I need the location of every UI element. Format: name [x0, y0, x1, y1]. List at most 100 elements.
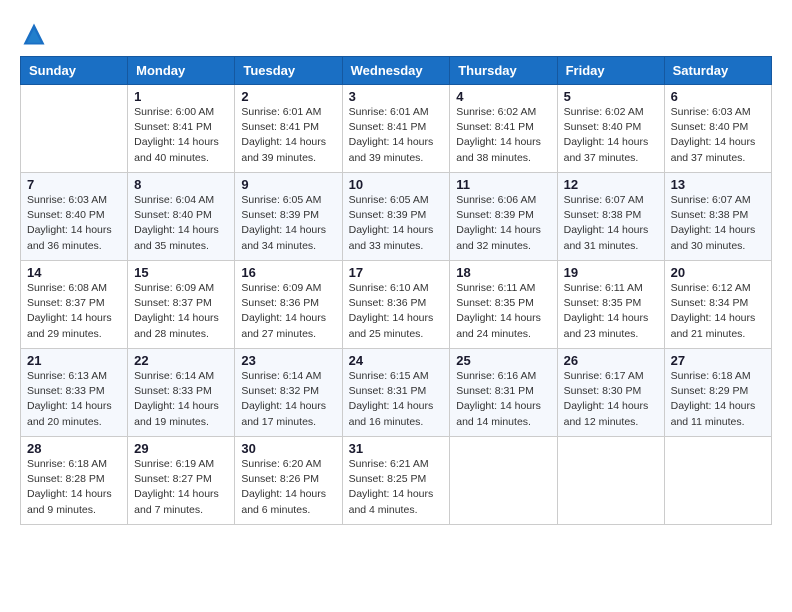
sunset-text: Sunset: 8:28 PM	[27, 473, 105, 485]
sunset-text: Sunset: 8:36 PM	[241, 297, 319, 309]
daylight-text: Daylight: 14 hours and 31 minutes.	[564, 224, 649, 251]
sunrise-text: Sunrise: 6:02 AM	[564, 106, 644, 118]
daylight-text: Daylight: 14 hours and 11 minutes.	[671, 400, 756, 427]
sunset-text: Sunset: 8:33 PM	[27, 385, 105, 397]
sunrise-text: Sunrise: 6:07 AM	[671, 194, 751, 206]
daylight-text: Daylight: 14 hours and 39 minutes.	[241, 136, 326, 163]
cell-content: Sunrise: 6:20 AMSunset: 8:26 PMDaylight:…	[241, 457, 335, 518]
sunset-text: Sunset: 8:41 PM	[241, 121, 319, 133]
calendar-cell: 31Sunrise: 6:21 AMSunset: 8:25 PMDayligh…	[342, 437, 450, 525]
sunset-text: Sunset: 8:27 PM	[134, 473, 212, 485]
calendar-cell	[21, 85, 128, 173]
day-number: 21	[27, 353, 121, 368]
sunset-text: Sunset: 8:39 PM	[349, 209, 427, 221]
sunset-text: Sunset: 8:40 PM	[564, 121, 642, 133]
cell-content: Sunrise: 6:00 AMSunset: 8:41 PMDaylight:…	[134, 105, 228, 166]
cell-content: Sunrise: 6:05 AMSunset: 8:39 PMDaylight:…	[241, 193, 335, 254]
calendar-cell: 25Sunrise: 6:16 AMSunset: 8:31 PMDayligh…	[450, 349, 557, 437]
calendar-header-saturday: Saturday	[664, 57, 771, 85]
cell-content: Sunrise: 6:14 AMSunset: 8:32 PMDaylight:…	[241, 369, 335, 430]
page-container: SundayMondayTuesdayWednesdayThursdayFrid…	[0, 0, 792, 535]
day-number: 11	[456, 177, 550, 192]
sunrise-text: Sunrise: 6:06 AM	[456, 194, 536, 206]
calendar-header-monday: Monday	[128, 57, 235, 85]
sunset-text: Sunset: 8:40 PM	[27, 209, 105, 221]
calendar-week-0: 1Sunrise: 6:00 AMSunset: 8:41 PMDaylight…	[21, 85, 772, 173]
cell-content: Sunrise: 6:12 AMSunset: 8:34 PMDaylight:…	[671, 281, 765, 342]
calendar-cell: 26Sunrise: 6:17 AMSunset: 8:30 PMDayligh…	[557, 349, 664, 437]
day-number: 25	[456, 353, 550, 368]
daylight-text: Daylight: 14 hours and 24 minutes.	[456, 312, 541, 339]
cell-content: Sunrise: 6:09 AM Sunset: 8:36 PM Daylight:…	[241, 281, 335, 342]
sunrise-text: Sunrise: 6:08 AM	[27, 282, 107, 294]
calendar-cell: 24Sunrise: 6:15 AMSunset: 8:31 PMDayligh…	[342, 349, 450, 437]
cell-content: Sunrise: 6:07 AMSunset: 8:38 PMDaylight:…	[671, 193, 765, 254]
calendar-cell: 20Sunrise: 6:12 AMSunset: 8:34 PMDayligh…	[664, 261, 771, 349]
day-number: 5	[564, 89, 658, 104]
daylight-text: Daylight: 14 hours and 35 minutes.	[134, 224, 219, 251]
sunset-text: Sunset: 8:25 PM	[349, 473, 427, 485]
calendar-cell: 2Sunrise: 6:01 AMSunset: 8:41 PMDaylight…	[235, 85, 342, 173]
calendar-header-thursday: Thursday	[450, 57, 557, 85]
cell-content: Sunrise: 6:01 AMSunset: 8:41 PMDaylight:…	[349, 105, 444, 166]
sunset-text: Sunset: 8:38 PM	[564, 209, 642, 221]
calendar-cell: 29Sunrise: 6:19 AMSunset: 8:27 PMDayligh…	[128, 437, 235, 525]
daylight-text: Daylight: 14 hours and 32 minutes.	[456, 224, 541, 251]
sunrise-text: Sunrise: 6:02 AM	[456, 106, 536, 118]
daylight-text: Daylight: 14 hours and 6 minutes.	[241, 488, 326, 515]
day-number: 10	[349, 177, 444, 192]
calendar-cell: 5 Sunrise: 6:02 AM Sunset: 8:40 PM Daylight…	[557, 85, 664, 173]
calendar-cell: 27Sunrise: 6:18 AMSunset: 8:29 PMDayligh…	[664, 349, 771, 437]
sunrise-text: Sunrise: 6:04 AM	[134, 194, 214, 206]
sunset-text: Sunset: 8:31 PM	[349, 385, 427, 397]
sunset-text: Sunset: 8:34 PM	[671, 297, 749, 309]
sunrise-text: Sunrise: 6:16 AM	[456, 370, 536, 382]
sunrise-text: Sunrise: 6:01 AM	[349, 106, 429, 118]
day-number: 9	[241, 177, 335, 192]
sunrise-text: Sunrise: 6:09 AM	[241, 282, 321, 294]
sunrise-text: Sunrise: 6:03 AM	[671, 106, 751, 118]
calendar-header-tuesday: Tuesday	[235, 57, 342, 85]
daylight-text: Daylight: 14 hours and 21 minutes.	[671, 312, 756, 339]
daylight-text: Daylight: 14 hours and 33 minutes.	[349, 224, 434, 251]
daylight-text: Daylight: 14 hours and 19 minutes.	[134, 400, 219, 427]
day-number: 2	[241, 89, 335, 104]
daylight-text: Daylight: 14 hours and 37 minutes.	[564, 136, 649, 163]
calendar-header-friday: Friday	[557, 57, 664, 85]
sunrise-text: Sunrise: 6:00 AM	[134, 106, 214, 118]
day-number: 16	[241, 265, 335, 280]
cell-content: Sunrise: 6:07 AMSunset: 8:38 PMDaylight:…	[564, 193, 658, 254]
day-number: 3	[349, 89, 444, 104]
cell-content: Sunrise: 6:05 AMSunset: 8:39 PMDaylight:…	[349, 193, 444, 254]
calendar-week-4: 28Sunrise: 6:18 AMSunset: 8:28 PMDayligh…	[21, 437, 772, 525]
cell-content: Sunrise: 6:02 AMSunset: 8:41 PMDaylight:…	[456, 105, 550, 166]
calendar-cell: 6Sunrise: 6:03 AMSunset: 8:40 PMDaylight…	[664, 85, 771, 173]
sunset-text: Sunset: 8:38 PM	[671, 209, 749, 221]
calendar-header-wednesday: Wednesday	[342, 57, 450, 85]
calendar-cell: 13Sunrise: 6:07 AMSunset: 8:38 PMDayligh…	[664, 173, 771, 261]
daylight-text: Daylight: 14 hours and 27 minutes.	[241, 312, 326, 339]
calendar-cell: 10Sunrise: 6:05 AMSunset: 8:39 PMDayligh…	[342, 173, 450, 261]
daylight-text: Daylight: 14 hours and 39 minutes.	[349, 136, 434, 163]
day-number: 20	[671, 265, 765, 280]
daylight-text: Daylight: 14 hours and 9 minutes.	[27, 488, 112, 515]
cell-content: Sunrise: 6:15 AMSunset: 8:31 PMDaylight:…	[349, 369, 444, 430]
sunset-text: Sunset: 8:26 PM	[241, 473, 319, 485]
calendar-cell	[557, 437, 664, 525]
sunrise-text: Sunrise: 6:17 AM	[564, 370, 644, 382]
calendar-cell: 12Sunrise: 6:07 AMSunset: 8:38 PMDayligh…	[557, 173, 664, 261]
cell-content: Sunrise: 6:06 AMSunset: 8:39 PMDaylight:…	[456, 193, 550, 254]
sunset-text: Sunset: 8:40 PM	[671, 121, 749, 133]
sunrise-text: Sunrise: 6:15 AM	[349, 370, 429, 382]
day-number: 7	[27, 177, 121, 192]
sunset-text: Sunset: 8:41 PM	[134, 121, 212, 133]
daylight-text: Daylight: 14 hours and 12 minutes.	[564, 400, 649, 427]
cell-content: Sunrise: 6:21 AMSunset: 8:25 PMDaylight:…	[349, 457, 444, 518]
sunrise-text: Sunrise: 6:09 AM	[134, 282, 214, 294]
day-number: 15	[134, 265, 228, 280]
cell-content: Sunrise: 6:17 AMSunset: 8:30 PMDaylight:…	[564, 369, 658, 430]
calendar-table: SundayMondayTuesdayWednesdayThursdayFrid…	[20, 56, 772, 525]
day-number: 14	[27, 265, 121, 280]
sunset-text: Sunset: 8:35 PM	[456, 297, 534, 309]
calendar-cell: 19Sunrise: 6:11 AMSunset: 8:35 PMDayligh…	[557, 261, 664, 349]
